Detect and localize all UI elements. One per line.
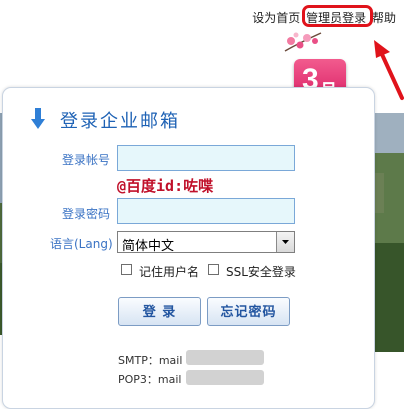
- forgot-password-button[interactable]: 忘记密码: [207, 297, 290, 326]
- down-arrow-icon: [31, 108, 45, 129]
- help-link[interactable]: 帮助: [372, 9, 396, 26]
- ssl-login-checkbox[interactable]: [208, 264, 219, 275]
- password-label: 登录密码: [62, 207, 111, 221]
- login-button[interactable]: 登 录: [118, 297, 201, 326]
- remember-username-label: 记住用户名: [139, 265, 200, 279]
- red-arrow-annotation: [374, 40, 404, 100]
- dropdown-button[interactable]: [276, 232, 294, 252]
- account-label: 登录帐号: [62, 153, 111, 167]
- smtp-address-redacted: [186, 350, 264, 365]
- background-landscape-right: [374, 113, 404, 352]
- pop3-address-redacted: [186, 370, 264, 385]
- account-input[interactable]: [117, 145, 295, 171]
- set-homepage-link[interactable]: 设为首页: [252, 9, 300, 26]
- remember-username-checkbox[interactable]: [121, 264, 132, 275]
- chevron-down-icon: [282, 240, 289, 244]
- language-select[interactable]: 简体中文: [117, 231, 295, 254]
- password-input[interactable]: [117, 198, 295, 224]
- language-selected-value: 简体中文: [122, 239, 175, 254]
- login-title: 登录企业邮箱: [60, 111, 180, 132]
- smtp-info: SMTP：mail: [118, 354, 183, 367]
- language-label: 语言(Lang): [50, 237, 113, 251]
- admin-login-highlight: [302, 5, 373, 27]
- cherry-blossom-decoration: [284, 32, 322, 52]
- pop3-info: POP3：mail: [118, 373, 182, 386]
- ssl-login-label: SSL安全登录: [226, 265, 296, 279]
- domain-text: @百度id:咗喋: [117, 177, 214, 195]
